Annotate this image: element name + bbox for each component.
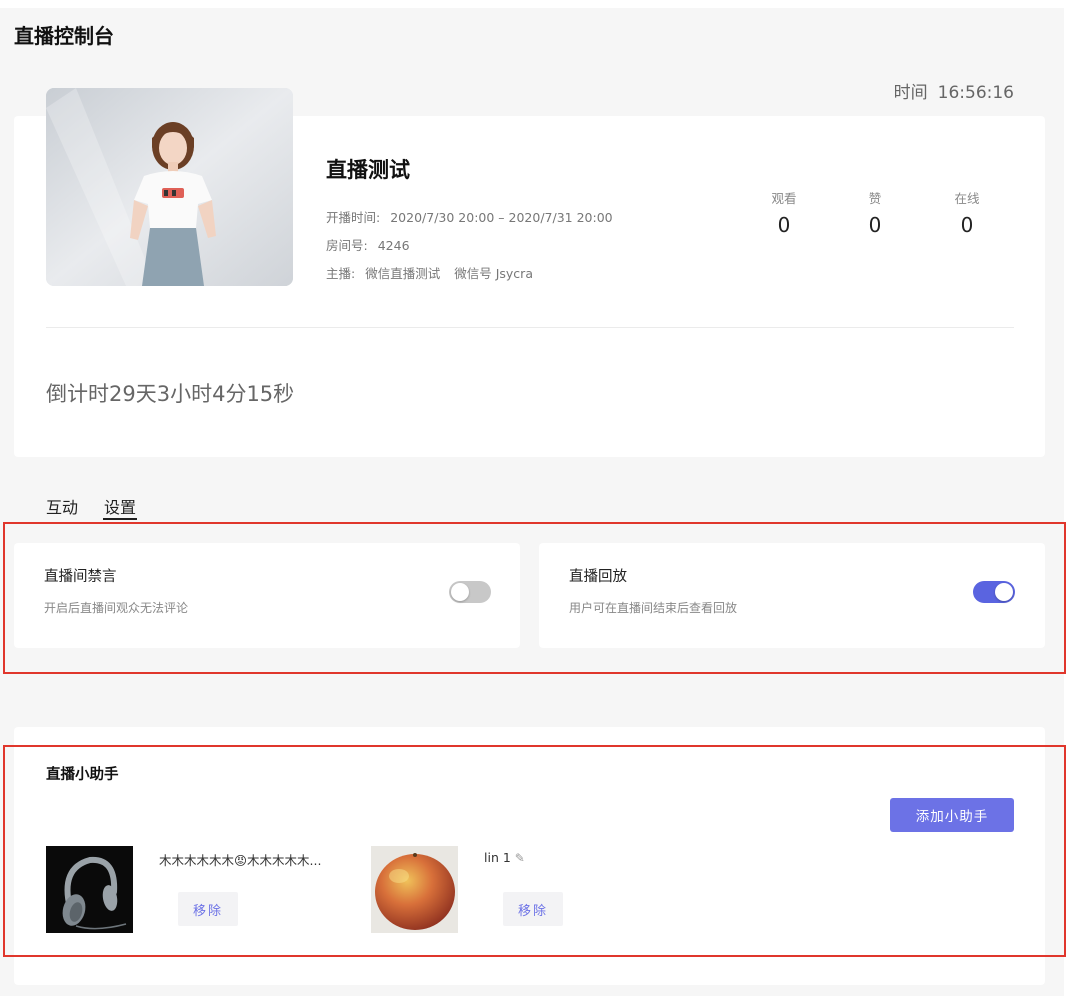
stat-views-label: 观看 [771, 191, 797, 206]
card-divider [46, 327, 1014, 328]
room-row: 房间号: 4246 [326, 235, 410, 254]
clock-value: 16:56:16 [937, 83, 1014, 103]
clock-label: 时间 [893, 83, 928, 103]
room-label: 房间号: [326, 238, 368, 253]
live-time-value: 2020/7/30 20:00 – 2020/7/31 20:00 [390, 210, 613, 225]
host-row: 主播: 微信直播测试 微信号 Jsycra [326, 263, 533, 282]
host-label: 主播: [326, 266, 356, 281]
host-photo-icon [46, 88, 293, 286]
live-title: 直播测试 [326, 158, 410, 182]
tab-settings[interactable]: 设置 [104, 494, 136, 518]
live-time-row: 开播时间: 2020/7/30 20:00 – 2020/7/31 20:00 [326, 207, 613, 226]
highlight-box-assistant [3, 745, 1066, 957]
stat-views-value: 0 [777, 213, 791, 237]
stat-likes-value: 0 [868, 213, 882, 237]
stat-online: 在线 0 [937, 188, 997, 237]
countdown-text: 倒计时29天3小时4分15秒 [46, 382, 295, 406]
live-cover-image [46, 88, 293, 286]
tab-interaction[interactable]: 互动 [46, 494, 78, 518]
host-value: 微信直播测试 [365, 266, 441, 281]
stat-likes: 赞 0 [845, 188, 905, 237]
stat-views: 观看 0 [754, 188, 814, 237]
page-title: 直播控制台 [14, 24, 114, 48]
stat-online-value: 0 [960, 213, 974, 237]
highlight-box-settings [3, 522, 1066, 674]
stat-online-label: 在线 [954, 191, 980, 206]
live-time-label: 开播时间: [326, 210, 381, 225]
tab-active-indicator [103, 518, 137, 520]
clock: 时间 16:56:16 [894, 78, 1014, 103]
stat-likes-label: 赞 [868, 191, 882, 206]
wechat-value: 微信号 Jsycra [454, 266, 533, 281]
room-value: 4246 [377, 238, 410, 253]
